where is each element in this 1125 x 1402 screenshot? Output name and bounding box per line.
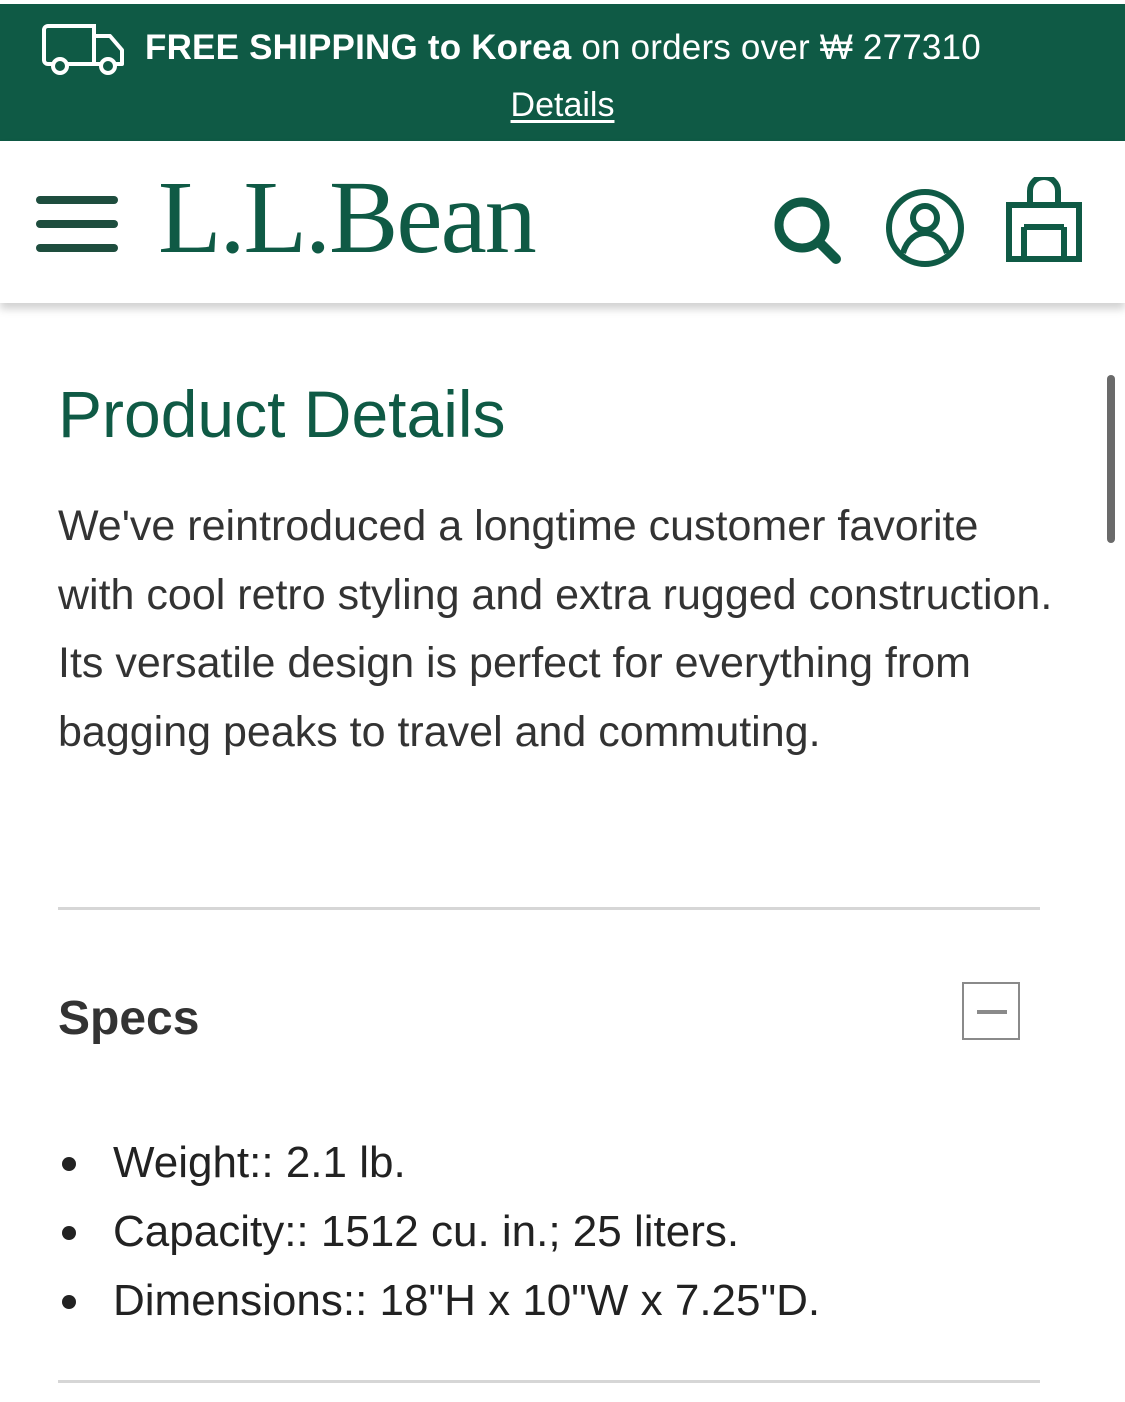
spec-text: Dimensions:: 18"H x 10"W x 7.25"D.: [113, 1276, 821, 1325]
spec-text: Capacity:: 1512 cu. in.; 25 liters.: [113, 1207, 740, 1256]
section-divider: [58, 1380, 1040, 1383]
shopping-bag-icon[interactable]: [1004, 177, 1084, 265]
menu-icon[interactable]: [36, 196, 118, 252]
page-scrollbar[interactable]: [1107, 375, 1115, 543]
minus-icon: [977, 1010, 1007, 1014]
bullet-icon: [62, 1226, 76, 1240]
truck-icon: [42, 24, 124, 75]
specs-collapse-button[interactable]: [962, 982, 1020, 1040]
spec-item-capacity: Capacity:: 1512 cu. in.; 25 liters.: [58, 1197, 820, 1266]
account-icon[interactable]: [884, 187, 966, 269]
promo-text: FREE SHIPPING to Korea on orders over ₩ …: [145, 24, 981, 72]
search-icon[interactable]: [770, 193, 844, 267]
spec-item-weight: Weight:: 2.1 lb.: [58, 1128, 820, 1197]
promo-rest-text: on orders over ₩ 277310: [571, 28, 981, 67]
product-description: We've reintroduced a longtime customer f…: [58, 502, 1053, 756]
site-header: L.L.Bean: [0, 141, 1125, 303]
product-details-title: Product Details: [58, 377, 506, 451]
section-divider: [58, 907, 1040, 910]
shipping-details-link[interactable]: Details: [0, 82, 1125, 128]
promo-bold-text: FREE SHIPPING to Korea: [145, 28, 572, 67]
spec-item-dimensions: Dimensions:: 18"H x 10"W x 7.25"D.: [58, 1266, 820, 1335]
specs-heading[interactable]: Specs: [58, 988, 199, 1050]
llbean-logo[interactable]: L.L.Bean: [158, 153, 537, 283]
spec-text: Weight:: 2.1 lb.: [113, 1138, 406, 1187]
bullet-icon: [62, 1295, 76, 1309]
specs-list: Weight:: 2.1 lb. Capacity:: 1512 cu. in.…: [58, 1128, 820, 1335]
free-shipping-banner: FREE SHIPPING to Korea on orders over ₩ …: [0, 4, 1125, 141]
bullet-icon: [62, 1157, 76, 1171]
